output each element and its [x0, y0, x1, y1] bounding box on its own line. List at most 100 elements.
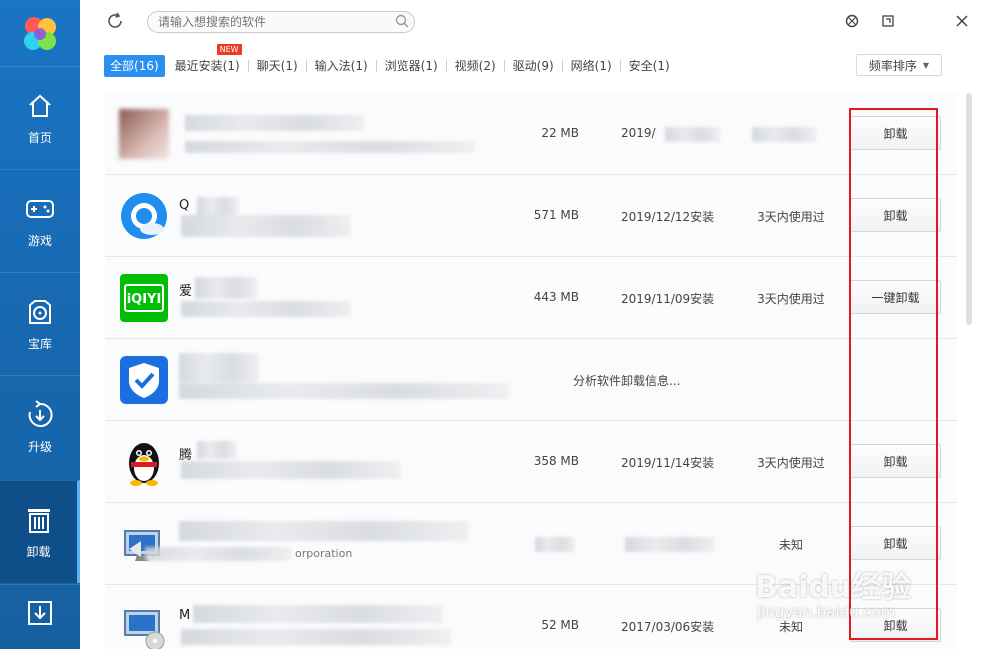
list-item: 分析软件卸载信息...: [105, 339, 957, 421]
blurred-date: [625, 537, 715, 552]
blurred-name: [195, 277, 257, 299]
install-date: 2017/03/06安装: [621, 620, 715, 634]
blurred-description: [145, 547, 291, 561]
baidu-watermark: Baidu经验: [755, 570, 912, 605]
tab-recent[interactable]: 最近安装(1) NEW: [171, 44, 244, 77]
uninstall-button[interactable]: 卸载: [850, 116, 941, 150]
tab-chat[interactable]: 聊天(1): [253, 55, 302, 77]
blurred-size: [535, 537, 575, 552]
installer-cd-icon: [119, 601, 169, 649]
app-size: 443 MB: [533, 290, 579, 304]
trash-icon: [24, 505, 54, 535]
tab-all[interactable]: 全部(16): [104, 55, 165, 77]
list-item: 22 MB 2019/ 卸载: [105, 93, 957, 175]
tencent-security-icon: [119, 355, 169, 405]
sidebar-item-label: 游戏: [27, 233, 52, 248]
uninstall-button[interactable]: 卸载: [850, 526, 941, 560]
uninstall-button[interactable]: 卸载: [850, 444, 941, 478]
qq-penguin-icon: [119, 437, 169, 487]
usage-frequency: 3天内使用过: [757, 210, 825, 224]
svg-text:iQIYI: iQIYI: [127, 292, 162, 307]
blurred-name: [197, 441, 237, 459]
blurred-description: [181, 461, 401, 479]
app-name: M: [179, 608, 191, 623]
one-click-uninstall-button[interactable]: 一键卸载: [850, 280, 941, 314]
close-icon[interactable]: [953, 12, 971, 30]
new-badge: NEW: [216, 44, 242, 55]
list-scrollbar[interactable]: [966, 93, 972, 325]
sidebar-item-uninstall[interactable]: 卸载: [0, 480, 80, 583]
sidebar-item-upgrade[interactable]: 升级: [0, 375, 80, 478]
qq-browser-icon: [119, 191, 169, 241]
usage-frequency: 未知: [778, 538, 803, 552]
sidebar-item-label: 升级: [27, 439, 52, 454]
app-publisher: orporation: [295, 547, 353, 560]
refresh-icon[interactable]: [106, 12, 126, 32]
sidebar-item-label: 宝库: [27, 336, 52, 351]
list-item: 腾 358 MB 2019/11/14安装 3天内使用过 卸载: [105, 421, 957, 503]
category-tabs: 全部(16) 最近安装(1) NEW 聊天(1) 输入法(1) 浏览器(1) 视…: [104, 44, 674, 78]
blurred-description: [181, 215, 351, 237]
home-icon: [25, 91, 55, 121]
baidu-watermark-url: jingyan.baidu.com: [757, 603, 896, 621]
tab-divider: [619, 60, 621, 72]
list-item: iQIYI 爱 443 MB 2019/11/09安装 3天内使用过 一键卸载: [105, 257, 957, 339]
install-date: 2019/: [621, 126, 656, 140]
app-icon: [119, 109, 169, 159]
sidebar-item-games[interactable]: 游戏: [0, 169, 80, 272]
sort-dropdown[interactable]: 频率排序 ▼: [856, 54, 942, 76]
search-input[interactable]: [147, 11, 415, 33]
gamepad-icon: [25, 194, 55, 224]
install-date: 2019/11/14安装: [621, 456, 715, 470]
sidebar: 首页 游戏 宝库 升级 卸载: [0, 0, 80, 649]
app-logo: [24, 17, 56, 50]
tab-divider: [375, 60, 377, 72]
analyzing-status: 分析软件卸载信息...: [573, 374, 681, 388]
install-date: 2019/12/12安装: [621, 210, 715, 224]
list-item: Q 571 MB 2019/12/12安装 3天内使用过 卸载: [105, 175, 957, 257]
tab-network[interactable]: 网络(1): [567, 55, 616, 77]
blurred-name: [197, 197, 239, 217]
blurred-description: [179, 383, 509, 399]
settings-icon[interactable]: [843, 12, 861, 30]
blurred-description: [181, 301, 351, 317]
tab-browser[interactable]: 浏览器(1): [381, 55, 442, 77]
usage-frequency: 3天内使用过: [757, 456, 825, 470]
tab-divider: [445, 60, 447, 72]
sort-label: 频率排序: [868, 58, 917, 73]
search-icon[interactable]: [395, 14, 411, 30]
tab-security[interactable]: 安全(1): [625, 55, 674, 77]
tab-label: 最近安装(1): [174, 59, 240, 73]
blurred-name: [185, 115, 365, 131]
app-size: 52 MB: [541, 618, 579, 632]
app-size: 571 MB: [533, 208, 579, 222]
app-size: 358 MB: [533, 454, 579, 468]
minimize-to-tray-icon[interactable]: [879, 12, 897, 30]
blurred-description: [181, 629, 451, 645]
tab-driver[interactable]: 驱动(9): [509, 55, 558, 77]
upgrade-icon: [25, 399, 55, 430]
sidebar-item-label: 首页: [27, 130, 52, 145]
uninstall-button[interactable]: 卸载: [850, 198, 941, 232]
app-name: 爱: [179, 284, 193, 299]
app-name: Q: [179, 198, 190, 213]
blurred-usage: [752, 127, 816, 142]
blurred-description: [185, 141, 475, 153]
tab-video[interactable]: 视频(2): [451, 55, 500, 77]
sidebar-item-home[interactable]: 首页: [0, 66, 80, 169]
sidebar-item-label: 卸载: [26, 544, 51, 559]
tab-divider: [561, 60, 563, 72]
top-bar: [80, 0, 982, 44]
chevron-down-icon: ▼: [922, 60, 930, 70]
iqiyi-icon: iQIYI: [119, 273, 169, 323]
usage-frequency: 3天内使用过: [757, 292, 825, 306]
download-icon: [25, 598, 55, 628]
sidebar-item-downloads[interactable]: [0, 584, 80, 649]
app-size: 22 MB: [541, 126, 579, 140]
disc-icon: [25, 297, 55, 327]
tab-input-method[interactable]: 输入法(1): [311, 55, 372, 77]
sidebar-item-library[interactable]: 宝库: [0, 272, 80, 375]
blurred-name: [179, 353, 259, 383]
install-date: 2019/11/09安装: [621, 292, 715, 306]
tab-divider: [247, 60, 249, 72]
